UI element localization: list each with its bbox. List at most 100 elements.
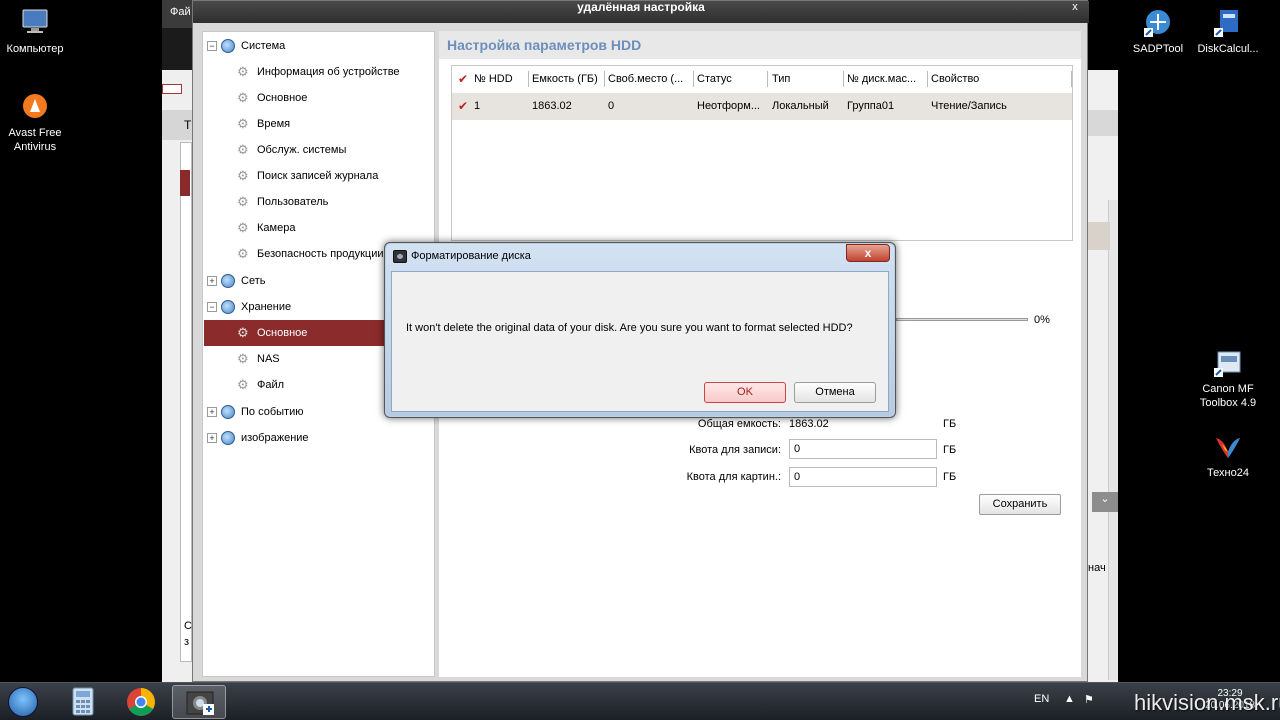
record-quota-unit: ГБ <box>943 444 957 456</box>
desktop-icon-sadptool[interactable]: SADPTool <box>1120 6 1196 56</box>
column-divider <box>604 71 605 87</box>
taskbar-chrome[interactable] <box>114 685 168 719</box>
table-header-free-space[interactable]: Своб.место (... <box>608 66 692 92</box>
format-disk-dialog: Форматирование диска x It won't delete t… <box>384 242 896 418</box>
table-header-hdd-no[interactable]: № HDD <box>474 66 526 92</box>
table-cell: 1863.02 <box>532 100 572 112</box>
table-header-property[interactable]: Свойство <box>931 66 1061 92</box>
gear-icon: ⚙ <box>237 64 249 80</box>
tree-item-user[interactable]: ⚙ Пользователь <box>237 189 433 215</box>
show-hidden-icons[interactable]: ▲ <box>1064 693 1075 705</box>
taskbar-ivms[interactable] <box>172 685 226 719</box>
camera-icon <box>393 250 407 263</box>
language-indicator[interactable]: EN <box>1034 693 1049 705</box>
collapse-icon[interactable]: − <box>207 302 217 313</box>
picture-quota-input[interactable]: 0 <box>789 467 937 487</box>
select-all-checkbox[interactable]: ✔ <box>458 66 468 92</box>
chevron-down-icon[interactable]: ⌄ <box>1092 492 1118 512</box>
gear-icon: ⚙ <box>237 142 249 158</box>
table-cell: 1 <box>474 100 481 112</box>
table-header-status[interactable]: Статус <box>697 66 767 92</box>
hdd-table: ✔ № HDD Емкость (ГБ) Своб.место (... Ста… <box>451 65 1073 241</box>
desktop-icon-label: SADPTool <box>1132 43 1184 55</box>
total-capacity-label: Общая емкость: <box>697 418 781 430</box>
watermark: hikvision.msk.ru <box>1134 690 1280 715</box>
globe-icon <box>221 274 235 289</box>
background-app-title: Фай <box>162 0 192 28</box>
dialog-title: Форматирование диска <box>411 250 531 262</box>
ok-button[interactable]: OK <box>704 382 786 403</box>
tree-item-system-general[interactable]: ⚙ Основное <box>237 85 433 111</box>
background-app-button[interactable] <box>162 84 182 94</box>
tree-label: Сеть <box>241 275 266 287</box>
background-app-tab[interactable]: Т <box>162 110 192 140</box>
taskbar-calculator[interactable] <box>56 685 110 719</box>
gear-icon: ⚙ <box>237 194 249 210</box>
desktop-icon-canon[interactable]: Canon MF Toolbox 4.9 <box>1190 346 1266 410</box>
tree-item-device-info[interactable]: ⚙ Информация об устройстве <box>237 59 433 85</box>
desktop-icon-label: Техно24 <box>1207 467 1249 479</box>
table-header-array-no[interactable]: № диск.мас... <box>847 66 927 92</box>
column-divider <box>843 71 844 87</box>
window-title: удалённая настройка <box>577 0 705 14</box>
tree-item-log-search[interactable]: ⚙ Поиск записей журнала <box>237 163 433 189</box>
save-button[interactable]: Сохранить <box>979 494 1061 515</box>
tree-label: Основное <box>257 92 308 104</box>
background-app-right-edge: ⌄ нач <box>1088 70 1118 682</box>
table-cell: 0 <box>608 100 615 112</box>
desktop-icon-label: Avast Free Antivirus <box>8 127 62 153</box>
expand-icon[interactable]: + <box>207 276 217 287</box>
computer-icon <box>22 9 48 33</box>
total-capacity-unit: ГБ <box>943 418 957 430</box>
tree-label: изображение <box>241 432 309 444</box>
background-app-scrollbar[interactable] <box>1108 200 1118 680</box>
format-progress-percent: 0% <box>1034 314 1050 326</box>
gear-icon: ⚙ <box>237 246 249 262</box>
flag-icon[interactable]: ⚑ <box>1084 693 1094 706</box>
ivms-icon <box>186 691 214 715</box>
tree-group-image[interactable]: + изображение <box>207 425 433 451</box>
tree-item-camera[interactable]: ⚙ Камера <box>237 215 433 241</box>
record-quota-input[interactable]: 0 <box>789 439 937 459</box>
table-header-capacity[interactable]: Емкость (ГБ) <box>532 66 604 92</box>
windows-logo-icon <box>8 687 38 717</box>
tree-label: Файл <box>257 379 285 391</box>
tree-label: Пользователь <box>257 196 329 208</box>
gear-icon: ⚙ <box>237 220 249 236</box>
taskbar: EN ▲ ⚑ 23:29 20.06.2018 <box>0 682 1280 720</box>
desktop-icon-diskcalc[interactable]: DiskCalcul... <box>1190 6 1266 56</box>
cancel-button[interactable]: Отмена <box>794 382 876 403</box>
tree-label: Безопасность продукции <box>257 248 384 260</box>
desktop-icon-computer[interactable]: Компьютер <box>0 6 73 56</box>
expand-icon[interactable]: + <box>207 407 217 418</box>
globe-icon <box>221 39 235 54</box>
close-icon[interactable]: x <box>1067 1 1083 15</box>
desktop-icon-techno24[interactable]: Техно24 <box>1190 430 1266 480</box>
tree-item-maintenance[interactable]: ⚙ Обслуж. системы <box>237 137 433 163</box>
record-quota-label: Квота для записи: <box>689 444 781 456</box>
format-progress-bar <box>896 318 1028 321</box>
start-button[interactable] <box>2 685 48 719</box>
tree-item-time[interactable]: ⚙ Время <box>237 111 433 137</box>
window-titlebar[interactable]: удалённая настройка <box>193 1 1089 23</box>
desktop-icon-label: DiskCalcul... <box>1197 43 1259 55</box>
desktop-icon-avast[interactable]: Avast Free Antivirus <box>0 90 73 154</box>
globe-icon <box>221 405 235 420</box>
table-cell: Неотформ... <box>697 100 760 112</box>
tree-label: Обслуж. системы <box>257 144 347 156</box>
sadptool-icon <box>1144 10 1170 37</box>
row-checkbox[interactable]: ✔ <box>458 93 468 119</box>
collapse-icon[interactable]: − <box>207 41 217 52</box>
picture-quota-unit: ГБ <box>943 471 957 483</box>
background-app-text: нач <box>1088 562 1106 574</box>
gear-icon: ⚙ <box>237 351 249 367</box>
gear-icon: ⚙ <box>237 168 249 184</box>
table-cell: Локальный <box>772 100 829 112</box>
background-app-header <box>1088 110 1118 136</box>
table-cell: Чтение/Запись <box>931 100 1007 112</box>
expand-icon[interactable]: + <box>207 433 217 444</box>
close-icon[interactable]: x <box>846 244 890 262</box>
column-divider <box>528 71 529 87</box>
table-header-type[interactable]: Тип <box>772 66 842 92</box>
tree-group-system[interactable]: − Система <box>207 33 433 59</box>
